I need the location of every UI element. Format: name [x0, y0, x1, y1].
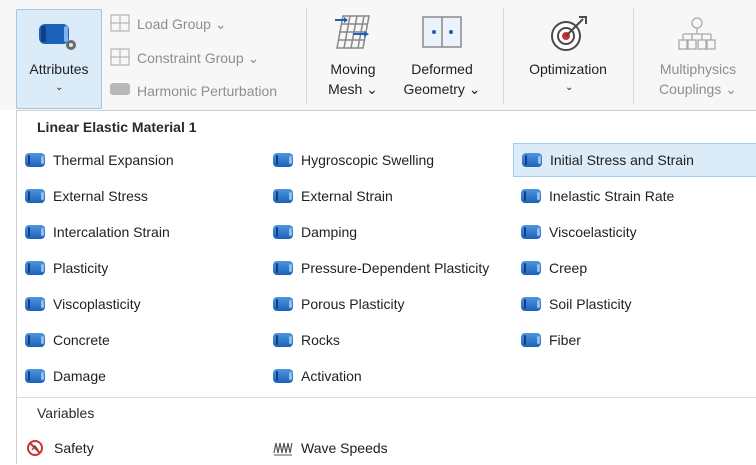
menu-item-label: Pressure-Dependent Plasticity [301, 260, 490, 276]
attribute-icon [273, 261, 293, 275]
attributes-label: Attributes [29, 61, 89, 77]
harmonic-perturbation-icon [110, 83, 130, 95]
wave-speeds-icon [273, 442, 293, 456]
attribute-icon [273, 369, 293, 383]
attributes-icon [39, 24, 76, 50]
menu-item-label: Creep [549, 260, 588, 276]
attributes-dropdown-menu: Linear Elastic Material 1 Thermal Expans… [16, 110, 756, 464]
attribute-icon [25, 153, 45, 167]
menu-item-hygroscopic-swelling[interactable]: Hygroscopic Swelling [265, 143, 513, 177]
menu-item-fiber[interactable]: Fiber [513, 323, 756, 357]
attribute-icon [273, 225, 293, 239]
menu-item-label: Plasticity [53, 260, 109, 276]
menu-item-activation[interactable]: Activation [265, 359, 513, 393]
harmonic-perturbation-button[interactable]: Harmonic Perturbation [137, 81, 277, 101]
attribute-icon [522, 153, 542, 167]
menu-item-label: Porous Plasticity [301, 296, 405, 312]
menu-item-inelastic-strain-rate[interactable]: Inelastic Strain Rate [513, 179, 756, 213]
attribute-icon [521, 189, 541, 203]
safety-icon [27, 440, 43, 456]
menu-item-porous-plasticity[interactable]: Porous Plasticity [265, 287, 513, 321]
menu-item-pressure-dependent-plasticity[interactable]: Pressure-Dependent Plasticity [265, 251, 513, 285]
menu-item-label: Initial Stress and Strain [550, 152, 694, 168]
section-title-variables: Variables [37, 405, 95, 421]
ribbon-separator [503, 8, 504, 104]
ribbon-toolbar: Attributes ⌄ Load Group ⌄ Constraint Gro… [0, 0, 756, 110]
constraint-group-icon [110, 48, 130, 66]
load-group-icon [110, 14, 130, 32]
menu-item-label: Safety [54, 440, 94, 456]
menu-item-safety[interactable]: Safety [17, 431, 267, 465]
attribute-icon [273, 153, 293, 167]
menu-item-label: External Stress [53, 188, 148, 204]
attribute-icon [273, 333, 293, 347]
attribute-icon [25, 261, 45, 275]
attribute-icon [25, 225, 45, 239]
chevron-down-icon: ⌄ [55, 82, 64, 93]
attribute-icon [25, 369, 45, 383]
menu-item-label: Wave Speeds [301, 440, 388, 456]
attribute-icon [25, 297, 45, 311]
menu-item-plasticity[interactable]: Plasticity [17, 251, 267, 285]
menu-item-damage[interactable]: Damage [17, 359, 267, 393]
menu-item-soil-plasticity[interactable]: Soil Plasticity [513, 287, 756, 321]
menu-item-initial-stress-and-strain[interactable]: Initial Stress and Strain [513, 143, 756, 177]
menu-item-label: Viscoelasticity [549, 224, 637, 240]
attribute-icon [25, 189, 45, 203]
menu-item-external-stress[interactable]: External Stress [17, 179, 267, 213]
attribute-icon [25, 333, 45, 347]
menu-item-label: Hygroscopic Swelling [301, 152, 435, 168]
moving-mesh-button[interactable] [316, 9, 390, 107]
attribute-icon [521, 297, 541, 311]
menu-item-intercalation-strain[interactable]: Intercalation Strain [17, 215, 267, 249]
menu-item-label: Rocks [301, 332, 340, 348]
menu-item-viscoelasticity[interactable]: Viscoelasticity [513, 215, 756, 249]
menu-item-label: Damage [53, 368, 106, 384]
menu-item-label: Inelastic Strain Rate [549, 188, 675, 204]
menu-item-label: Viscoplasticity [53, 296, 141, 312]
optimization-button[interactable] [512, 9, 624, 107]
menu-item-creep[interactable]: Creep [513, 251, 756, 285]
attribute-icon [273, 297, 293, 311]
menu-item-rocks[interactable]: Rocks [265, 323, 513, 357]
menu-item-viscoplasticity[interactable]: Viscoplasticity [17, 287, 267, 321]
menu-item-label: Damping [301, 224, 358, 240]
multiphysics-couplings-button[interactable] [644, 9, 754, 107]
menu-item-thermal-expansion[interactable]: Thermal Expansion [17, 143, 267, 177]
menu-item-label: Thermal Expansion [53, 152, 174, 168]
menu-item-label: Intercalation Strain [53, 224, 170, 240]
attribute-icon [521, 333, 541, 347]
constraint-group-button[interactable]: Constraint Group ⌄ [137, 48, 259, 68]
deformed-geometry-button[interactable] [394, 9, 490, 107]
menu-item-label: External Strain [301, 188, 393, 204]
menu-divider [17, 397, 756, 398]
menu-item-concrete[interactable]: Concrete [17, 323, 267, 357]
load-group-button[interactable]: Load Group ⌄ [137, 14, 227, 34]
menu-item-label: Concrete [53, 332, 110, 348]
menu-item-external-strain[interactable]: External Strain [265, 179, 513, 213]
ribbon-separator [306, 8, 307, 104]
menu-item-label: Fiber [549, 332, 581, 348]
menu-item-damping[interactable]: Damping [265, 215, 513, 249]
section-title-linear-elastic-material: Linear Elastic Material 1 [37, 119, 197, 135]
attribute-icon [273, 189, 293, 203]
ribbon-separator [633, 8, 634, 104]
menu-item-label: Soil Plasticity [549, 296, 632, 312]
menu-item-label: Activation [301, 368, 362, 384]
menu-item-wave-speeds[interactable]: Wave Speeds [265, 431, 513, 465]
attribute-icon [521, 225, 541, 239]
attribute-icon [521, 261, 541, 275]
